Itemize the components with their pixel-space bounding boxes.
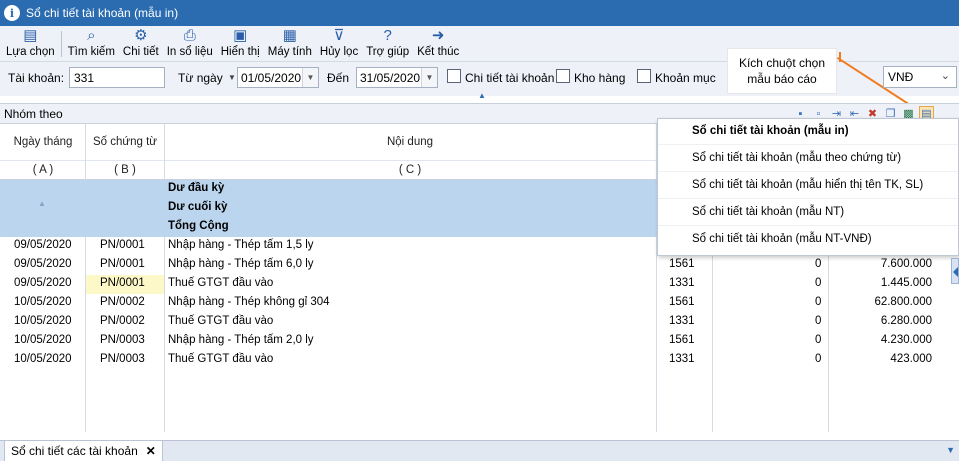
- header-voucher: Số chứng từ: [93, 136, 157, 148]
- chevron-down-icon: ⌄: [940, 70, 950, 82]
- item-checkbox[interactable]: [637, 69, 651, 83]
- warehouse-label: Kho hàng: [574, 71, 626, 85]
- account-label: Tài khoản:: [8, 71, 65, 85]
- tab-account-ledger[interactable]: Sổ chi tiết các tài khoản ✕: [4, 441, 163, 461]
- close-icon[interactable]: ✕: [146, 444, 156, 458]
- detail-button[interactable]: ⚙ Chi tiết: [119, 27, 163, 61]
- account-input[interactable]: [69, 67, 165, 88]
- menu-item-account-name-template[interactable]: Sổ chi tiết tài khoản (mẫu hiển thị tên …: [658, 173, 958, 199]
- calculator-icon: ▦: [282, 27, 297, 44]
- table-row[interactable]: 10/05/2020 PN/0002 Thuế GTGT đầu vào 133…: [0, 313, 959, 332]
- help-button[interactable]: ? Trợ giúp: [362, 27, 413, 61]
- detail-account-label: Chi tiết tài khoản: [465, 71, 555, 85]
- currency-select[interactable]: VNĐ ⌄: [883, 66, 957, 88]
- from-date-arrow-icon: ▼: [228, 73, 236, 82]
- tab-bar: Sổ chi tiết các tài khoản ✕ ▼: [0, 440, 959, 461]
- report-template-menu: Sổ chi tiết tài khoản (mẫu in) Sổ chi ti…: [657, 118, 959, 256]
- table-row[interactable]: 09/05/2020 PN/0001 Thuế GTGT đầu vào 133…: [0, 275, 959, 294]
- to-date-label: Đến: [327, 71, 350, 85]
- printer-icon: ⎙: [183, 27, 196, 44]
- table-row[interactable]: 10/05/2020 PN/0003 Nhập hàng - Thép tấm …: [0, 332, 959, 351]
- collapse-arrow-icon[interactable]: ▲: [478, 91, 486, 100]
- menu-item-print-template[interactable]: Sổ chi tiết tài khoản (mẫu in): [658, 119, 958, 145]
- print-button[interactable]: ⎙ In sổ liệu: [163, 27, 217, 61]
- menu-item-voucher-template[interactable]: Sổ chi tiết tài khoản (mẫu theo chứng từ…: [658, 146, 958, 172]
- side-panel-toggle[interactable]: [951, 258, 959, 284]
- tab-list-arrow-icon[interactable]: ▼: [946, 445, 955, 455]
- sort-indicator-icon: ▲: [38, 199, 46, 208]
- calculator-button[interactable]: ▦ Máy tính: [264, 27, 316, 61]
- from-date-field[interactable]: 01/05/2020 ▼: [237, 67, 319, 88]
- help-icon: ?: [383, 27, 392, 44]
- item-label: Khoản mục: [655, 71, 716, 85]
- select-button[interactable]: ▤ Lựa chọn: [2, 27, 59, 61]
- toolbar-separator: [60, 31, 62, 57]
- clear-filter-icon: ⊽: [333, 27, 345, 44]
- menu-item-foreign-vnd-template[interactable]: Sổ chi tiết tài khoản (mẫu NT-VNĐ): [658, 227, 958, 253]
- exit-button[interactable]: ➜ Kết thúc: [413, 27, 463, 61]
- search-icon: ⌕: [87, 27, 96, 44]
- select-icon: ▤: [23, 27, 38, 44]
- calendar-dropdown-icon[interactable]: ▼: [421, 68, 437, 87]
- clear-filter-button[interactable]: ⊽ Hủy lọc: [316, 27, 362, 61]
- group-by-label: Nhóm theo: [4, 107, 63, 121]
- table-row[interactable]: 09/05/2020 PN/0001 Nhập hàng - Thép tấm …: [0, 256, 959, 275]
- header-content: Nội dung: [386, 136, 434, 148]
- detail-account-checkbox[interactable]: [447, 69, 461, 83]
- menu-item-foreign-currency-template[interactable]: Sổ chi tiết tài khoản (mẫu NT): [658, 200, 958, 226]
- display-icon: ▣: [233, 27, 248, 44]
- header-date: Ngày tháng: [13, 136, 73, 148]
- instruction-callout: Kích chuột chọn mẫu báo cáo: [727, 48, 837, 94]
- title-bar: i Sổ chi tiết tài khoản (mẫu in): [0, 0, 959, 26]
- warehouse-checkbox[interactable]: [556, 69, 570, 83]
- table-row[interactable]: 10/05/2020 PN/0002 Nhập hàng - Thép khôn…: [0, 294, 959, 313]
- exit-icon: ➜: [431, 27, 445, 44]
- detail-icon: ⚙: [134, 27, 148, 44]
- to-date-field[interactable]: 31/05/2020 ▼: [356, 67, 438, 88]
- display-button[interactable]: ▣ Hiển thị: [217, 27, 264, 61]
- from-date-label: Từ ngày: [178, 71, 223, 85]
- info-icon: i: [4, 5, 20, 21]
- code-voucher: ( B ): [114, 164, 136, 176]
- code-content: ( C ): [398, 164, 422, 176]
- window-title: Sổ chi tiết tài khoản (mẫu in): [26, 6, 179, 20]
- calendar-dropdown-icon[interactable]: ▼: [302, 68, 318, 87]
- table-row[interactable]: 10/05/2020 PN/0003 Thuế GTGT đầu vào 133…: [0, 351, 959, 370]
- search-button[interactable]: ⌕ Tìm kiếm: [64, 27, 119, 61]
- code-date: ( A ): [32, 164, 54, 176]
